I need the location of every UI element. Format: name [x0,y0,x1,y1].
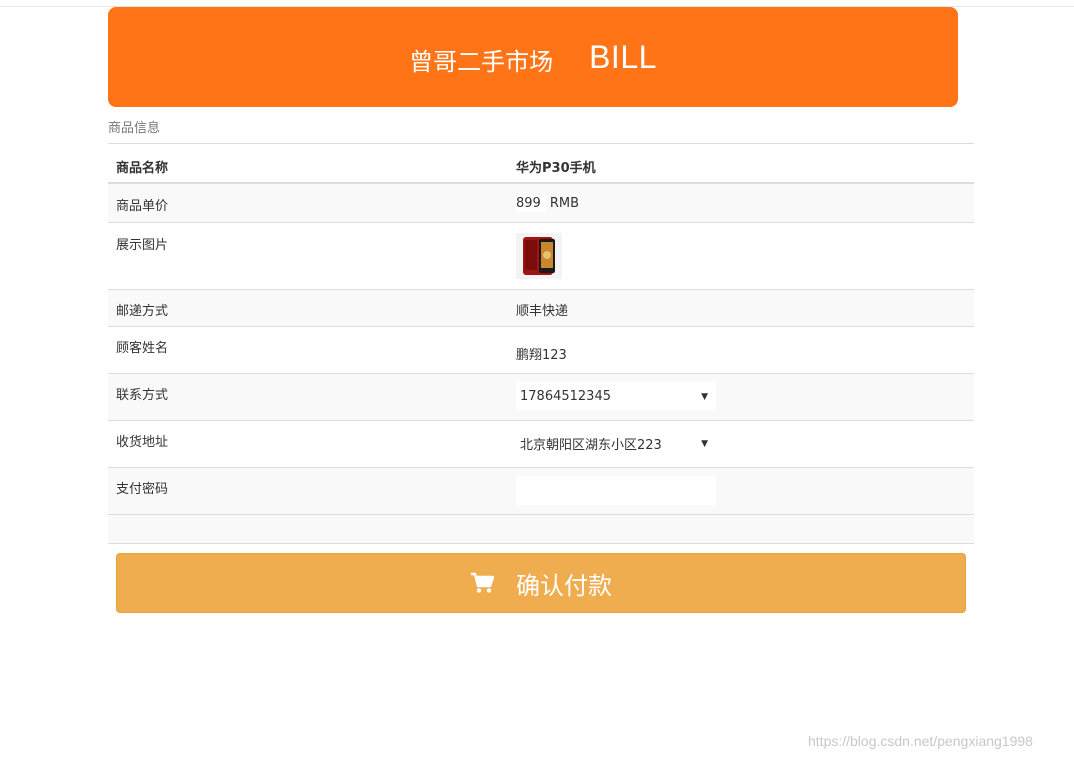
table-row-empty [108,514,974,544]
contact-select[interactable]: 17864512345 ▼ [516,382,716,411]
price-value: 899 [516,195,546,212]
image-cell [516,223,974,289]
chevron-down-icon: ▼ [701,438,708,449]
table-row: 收货地址 北京朝阳区湖东小区223 ▼ [108,420,974,467]
market-title: 曾哥二手市场 [409,47,554,76]
image-label: 展示图片 [116,238,169,253]
password-input[interactable] [516,476,716,505]
address-value: 北京朝阳区湖东小区223 [520,438,662,453]
bill-table: 商品名称 华为P30手机 商品单价 899RMB 展示图片 邮递方式 顺丰快递 [108,143,974,544]
product-name-value: 华为P30手机 [516,161,596,176]
address-cell: 北京朝阳区湖东小区223 ▼ [516,421,974,467]
password-cell [516,468,974,514]
confirm-payment-label: 确认付款 [516,571,612,600]
page-header: 曾哥二手市场 BILL [108,7,958,107]
table-row: 商品名称 华为P30手机 [108,143,974,183]
address-select[interactable]: 北京朝阳区湖东小区223 ▼ [516,429,716,458]
product-name-label: 商品名称 [116,161,169,176]
chevron-down-icon: ▼ [701,391,708,402]
table-row: 邮递方式 顺丰快递 [108,289,974,326]
phone-thumbnail-icon [516,233,562,279]
contact-value: 17864512345 [520,389,611,404]
address-label: 收货地址 [116,435,169,450]
customer-label: 顾客姓名 [116,341,169,356]
password-label: 支付密码 [116,482,169,497]
table-row: 顾客姓名 鹏翔123 [108,326,974,373]
table-row: 联系方式 17864512345 ▼ [108,373,974,420]
bill-title: BILL [589,38,657,75]
section-caption: 商品信息 [108,121,161,136]
shipping-label: 邮递方式 [116,304,169,319]
price-unit: RMB [549,196,579,211]
table-row: 支付密码 [108,467,974,514]
watermark-url: https://blog.csdn.net/pengxiang1998 [808,733,1033,749]
table-row: 商品单价 899 RMB [108,183,974,222]
price-label: 商品单价 [116,199,169,214]
price-cell: 899 RMB [516,184,974,222]
shopping-cart-icon [470,572,494,594]
customer-value: 鹏翔123 [516,348,567,363]
table-row: 展示图片 [108,222,974,289]
contact-label: 联系方式 [116,388,169,403]
confirm-payment-button[interactable]: 确认付款 [116,553,966,613]
shipping-value: 顺丰快递 [516,304,569,319]
contact-cell: 17864512345 ▼ [516,374,974,420]
